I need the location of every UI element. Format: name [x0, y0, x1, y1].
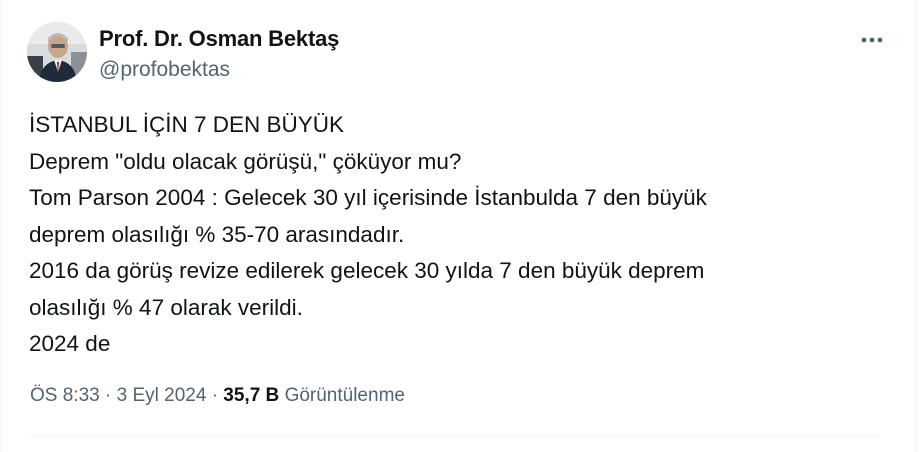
card-right-border	[916, 0, 917, 452]
views-label: Görüntülenme	[284, 385, 405, 406]
tweet-timestamp-link[interactable]: ÖS 8:33 · 3 Eyl 2024	[30, 385, 206, 406]
ellipsis-icon	[861, 37, 883, 43]
card-left-border	[1, 0, 2, 452]
meta-separator: ·	[105, 385, 112, 406]
tweet-text: İSTANBUL İÇİN 7 DEN BÜYÜK Deprem "oldu o…	[29, 107, 879, 363]
author-names: Prof. Dr. Osman Bektaş @profobektas	[99, 26, 339, 83]
views-count: 35,7 B	[223, 385, 280, 406]
tweet-line: 2024 de	[29, 331, 111, 356]
tweet-meta: ÖS 8:33 · 3 Eyl 2024 · 35,7 B Görüntülen…	[30, 384, 405, 408]
tweet-line: deprem olasılığı % 35-70 arasındadır.	[29, 221, 405, 247]
tweet-date: 3 Eyl 2024	[116, 385, 207, 406]
tweet-card: Prof. Dr. Osman Bektaş @profobektas İSTA…	[0, 0, 920, 452]
tweet-line: Deprem "oldu olacak görüşü," çöküyor mu?	[29, 148, 462, 174]
meta-separator: ·	[211, 385, 219, 406]
profile-photo-icon	[27, 22, 87, 82]
avatar[interactable]	[27, 22, 87, 82]
divider	[30, 436, 880, 437]
tweet-line: 2016 da görüş revize edilerek gelecek 30…	[29, 258, 705, 283]
more-options-button[interactable]	[854, 28, 890, 52]
author-handle[interactable]: @profobektas	[99, 57, 339, 83]
tweet-time: ÖS 8:33	[30, 385, 100, 406]
tweet-header: Prof. Dr. Osman Bektaş @profobektas	[27, 22, 890, 86]
tweet-line: Tom Parson 2004 : Gelecek 30 yıl içerisi…	[29, 185, 707, 210]
author-display-name[interactable]: Prof. Dr. Osman Bektaş	[99, 26, 339, 52]
tweet-line: olasılığı % 47 olarak verildi.	[29, 294, 303, 320]
tweet-line: İSTANBUL İÇİN 7 DEN BÜYÜK	[29, 112, 345, 137]
